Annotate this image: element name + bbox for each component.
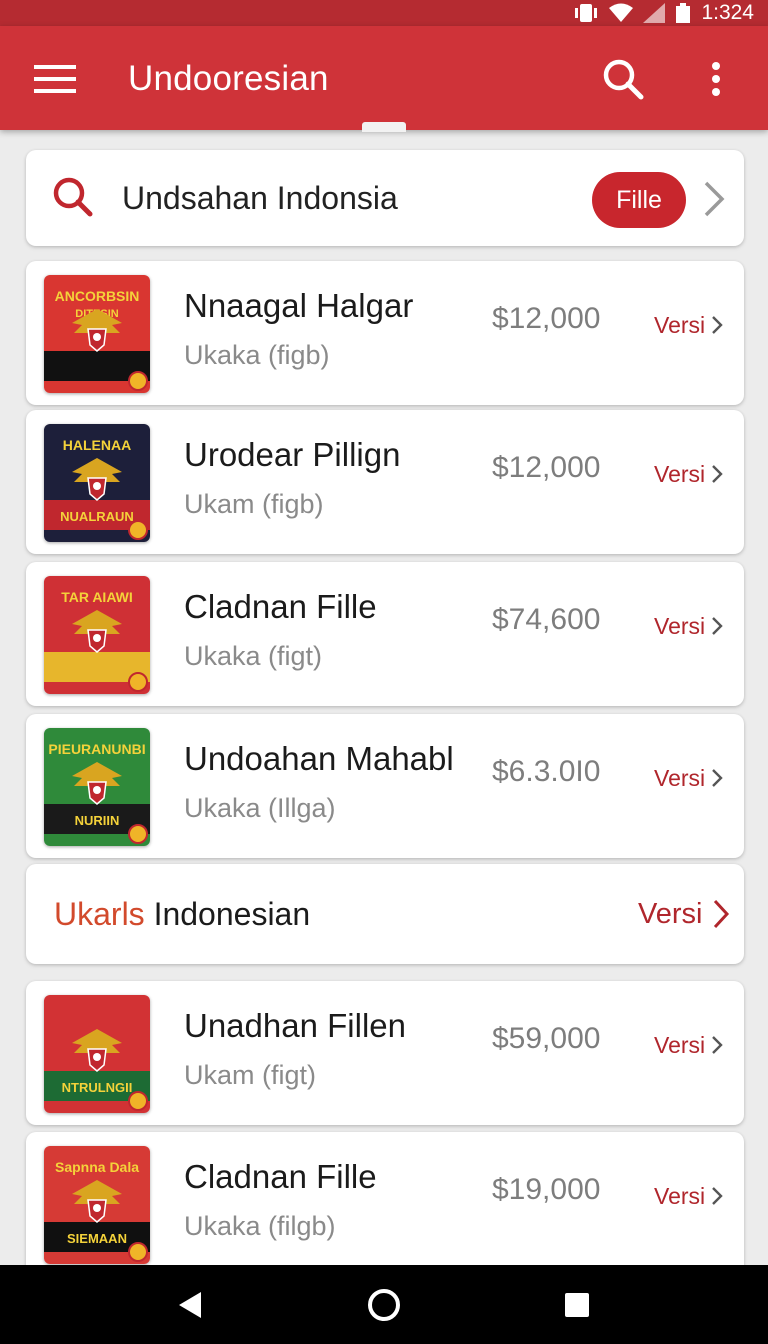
svg-text:HALENAA: HALENAA — [63, 437, 131, 453]
item-subtitle: Ukam (figt) — [184, 1060, 317, 1090]
svg-text:SIEMAAN: SIEMAAN — [67, 1231, 127, 1246]
list-item[interactable]: Sapnna Dala SIEMAAN Cladnan Fille Ukaka … — [26, 1132, 744, 1276]
versi-label: Versi — [654, 1183, 706, 1209]
versi-link[interactable]: Versi — [654, 762, 723, 794]
home-button[interactable] — [360, 1281, 408, 1329]
search-card[interactable]: Undsahan Indonsia Fille — [26, 150, 744, 246]
versi-label: Versi — [654, 613, 706, 639]
versi-label: Versi — [654, 312, 706, 338]
item-title: Unadhan Fillen — [184, 1007, 406, 1044]
back-button[interactable] — [166, 1281, 214, 1329]
versi-link[interactable]: Versi — [654, 458, 723, 490]
chevron-right-icon — [712, 617, 723, 635]
more-vert-icon — [712, 62, 720, 96]
section-versi-label: Versi — [638, 898, 703, 930]
chevron-right-icon — [712, 1187, 723, 1205]
item-title: Cladnan Fille — [184, 1158, 377, 1195]
status-bar: 1:324 — [0, 0, 768, 26]
item-subtitle: Ukaka (figt) — [184, 641, 323, 671]
menu-button[interactable] — [30, 56, 80, 102]
section-accent-label: Ukarls — [54, 896, 145, 932]
item-title: Urodear Pillign — [184, 436, 401, 473]
versi-label: Versi — [654, 1032, 706, 1058]
product-thumbnail: PIEURANUNBI NURIIN — [44, 728, 150, 846]
chevron-right-icon — [712, 769, 723, 787]
svg-text:NUALRAUN: NUALRAUN — [60, 509, 134, 524]
status-time: 1:324 — [701, 1, 754, 24]
item-price: $6.3.0I0 — [492, 755, 601, 788]
item-subtitle: Ukaka (Illga) — [184, 793, 336, 823]
item-title: Undoahan Mahabl — [184, 740, 454, 777]
product-thumbnail: TAR AIAWI — [44, 576, 150, 694]
item-subtitle: Ukaka (filgb) — [184, 1211, 336, 1241]
filter-button[interactable]: Fille — [592, 172, 686, 228]
back-icon — [179, 1292, 201, 1318]
item-price: $19,000 — [492, 1173, 601, 1206]
product-thumbnail: HALENAA NUALRAUN — [44, 424, 150, 542]
item-price: $59,000 — [492, 1022, 601, 1055]
svg-text:NURIIN: NURIIN — [75, 813, 120, 828]
wifi-icon — [609, 3, 634, 23]
search-input[interactable]: Undsahan Indonsia — [122, 178, 398, 218]
item-title: Cladnan Fille — [184, 588, 377, 625]
app-bar-tab-indicator — [362, 122, 406, 132]
versi-label: Versi — [654, 765, 706, 791]
menu-icon — [34, 65, 76, 93]
chevron-right-icon — [712, 1036, 723, 1054]
item-price: $74,600 — [492, 603, 601, 636]
svg-text:ANCORBSIN: ANCORBSIN — [55, 288, 140, 304]
versi-link[interactable]: Versi — [654, 1180, 723, 1212]
versi-link[interactable]: Versi — [654, 610, 723, 642]
list-item[interactable]: NTRULNGII Unadhan Fillen Ukam (figt) $59… — [26, 981, 744, 1125]
item-title: Nnaagal Halgar — [184, 287, 414, 324]
battery-icon — [675, 3, 691, 23]
item-price: $12,000 — [492, 451, 601, 484]
product-thumbnail: Sapnna Dala SIEMAAN — [44, 1146, 150, 1264]
more-options-button[interactable] — [696, 54, 736, 104]
list-item[interactable]: PIEURANUNBI NURIIN Undoahan Mahabl Ukaka… — [26, 714, 744, 858]
signal-icon — [643, 3, 666, 23]
chevron-right-icon[interactable] — [702, 180, 726, 223]
system-nav-bar — [0, 1265, 768, 1344]
chevron-right-icon — [712, 465, 723, 483]
chevron-right-icon — [714, 899, 730, 929]
app-title: Undooresian — [128, 59, 329, 98]
svg-text:Sapnna Dala: Sapnna Dala — [55, 1159, 139, 1175]
section-versi-link[interactable]: Versi — [638, 894, 730, 934]
chevron-right-icon — [712, 316, 723, 334]
svg-text:NTRULNGII: NTRULNGII — [62, 1080, 133, 1095]
item-subtitle: Ukaka (figb) — [184, 340, 330, 370]
list-item[interactable]: HALENAA NUALRAUN Urodear Pillign Ukam (f… — [26, 410, 744, 554]
section-title: Ukarls Indonesian — [54, 894, 310, 934]
versi-label: Versi — [654, 461, 706, 487]
product-thumbnail: ANCORBSIN DITESIN — [44, 275, 150, 393]
section-header[interactable]: Ukarls Indonesian Versi — [26, 864, 744, 964]
svg-text:PIEURANUNBI: PIEURANUNBI — [48, 741, 145, 757]
app-bar: Undooresian — [0, 26, 768, 130]
vibrate-icon — [573, 2, 599, 24]
versi-link[interactable]: Versi — [654, 1029, 723, 1061]
list-item[interactable]: TAR AIAWI Cladnan Fille Ukaka (figt) $74… — [26, 562, 744, 706]
versi-link[interactable]: Versi — [654, 309, 723, 341]
search-button[interactable] — [598, 54, 648, 104]
section-label: Indonesian — [153, 896, 311, 932]
search-icon — [603, 59, 644, 100]
list-item[interactable]: ANCORBSIN DITESIN Nnaagal Halgar Ukaka (… — [26, 261, 744, 405]
svg-text:TAR AIAWI: TAR AIAWI — [61, 589, 133, 605]
item-subtitle: Ukam (figb) — [184, 489, 324, 519]
item-price: $12,000 — [492, 302, 601, 335]
product-thumbnail: NTRULNGII — [44, 995, 150, 1113]
home-icon — [368, 1289, 400, 1321]
recents-icon — [565, 1293, 589, 1317]
search-icon — [52, 176, 94, 223]
recents-button[interactable] — [553, 1281, 601, 1329]
